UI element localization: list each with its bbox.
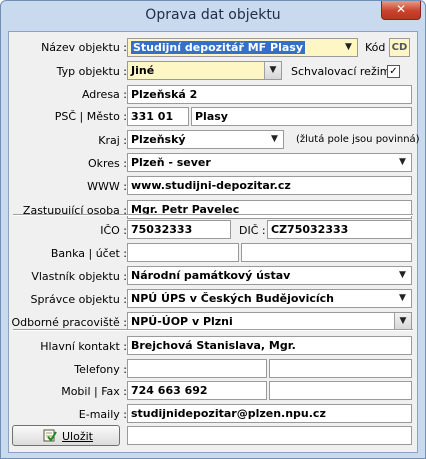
required-note: (žlutá pole jsou povinná) — [296, 134, 420, 145]
telefon1-field[interactable] — [127, 359, 267, 378]
chevron-down-icon[interactable]: ▼ — [266, 131, 283, 148]
typ-value: Jiné — [131, 64, 155, 77]
banka-field[interactable] — [127, 243, 239, 262]
telefony-label: Telefony : — [74, 363, 127, 376]
kraj-label: Kraj : — [98, 134, 127, 147]
close-icon: ✕ — [395, 2, 407, 16]
adresa-field[interactable]: Plzeňská 2 — [127, 85, 412, 104]
banka-label: Banka | účet : — [50, 247, 127, 260]
nazev-label: Název objektu : — [41, 41, 127, 54]
odborne-label: Odborné pracoviště : — [11, 316, 127, 329]
www-field[interactable]: www.studijni-depozitar.cz — [127, 176, 412, 195]
dic-field[interactable]: CZ75032333 — [267, 220, 412, 239]
spravce-combo[interactable]: NPÚ ÚPS v Českých Budějovicích ▼ — [127, 289, 412, 308]
spravce-value: NPÚ ÚPS v Českých Budějovicích — [131, 292, 334, 305]
fax-field[interactable] — [269, 381, 412, 400]
www-label: WWW : — [87, 180, 127, 193]
schvalovaci-label: Schvalovací režim : — [291, 65, 398, 78]
notepad-check-icon — [43, 429, 57, 442]
okres-combo[interactable]: Plzeň - sever ▼ — [127, 153, 412, 172]
psc-mesto-label: PSČ | Město : — [54, 110, 127, 123]
title-bar: Oprava dat objektu ✕ — [1, 1, 425, 31]
emaily-label: E-maily : — [78, 408, 127, 421]
odborne-value: NPÚ-ÚOP v Plzni — [131, 315, 233, 328]
psc-field[interactable]: 331 01 — [127, 107, 189, 126]
okres-label: Okres : — [87, 157, 127, 170]
okres-value: Plzeň - sever — [131, 156, 211, 169]
typ-label: Typ objektu : — [56, 65, 127, 78]
mobil-fax-label: Mobil | Fax : — [61, 385, 127, 398]
vlastnik-combo[interactable]: Národní památkový ústav ▼ — [127, 266, 412, 285]
form-panel: Název objektu : Studijní depozitář MF Pl… — [8, 31, 420, 453]
schvalovaci-checkbox[interactable]: ✓ — [387, 65, 400, 78]
kod-label: Kód — [365, 41, 386, 54]
status-field — [127, 426, 412, 445]
zastupujici-field[interactable]: Mgr. Petr Pavelec — [127, 200, 412, 219]
mobil-field[interactable]: 724 663 692 — [127, 381, 267, 400]
vlastnik-label: Vlastník objektu : — [31, 270, 127, 283]
window-title: Oprava dat objektu — [145, 7, 281, 23]
ico-label: IČO : — [100, 224, 127, 237]
emaily-field[interactable]: studijnidepozitar@plzen.npu.cz — [127, 404, 412, 423]
chevron-down-icon[interactable]: ▼ — [394, 290, 411, 307]
hlavni-field[interactable]: Brejchová Stanislava, Mgr. — [127, 336, 412, 355]
adresa-label: Adresa : — [81, 88, 127, 101]
vlastnik-value: Národní památkový ústav — [131, 269, 291, 282]
telefon2-field[interactable] — [269, 359, 412, 378]
separator — [13, 214, 413, 216]
dic-label: DIČ : — [239, 224, 266, 237]
chevron-down-icon[interactable]: ▼ — [394, 267, 411, 284]
kraj-value: Plzeňský — [131, 133, 186, 146]
chevron-down-icon[interactable]: ▼ — [394, 154, 411, 171]
hlavni-label: Hlavní kontakt : — [40, 340, 127, 353]
save-button[interactable]: Uložit — [12, 425, 120, 446]
dialog-window: Oprava dat objektu ✕ Název objektu : Stu… — [0, 0, 426, 459]
chevron-down-icon[interactable]: ▼ — [264, 62, 281, 79]
mesto-field[interactable]: Plasy — [191, 107, 412, 126]
kraj-combo[interactable]: Plzeňský ▼ — [127, 130, 284, 149]
separator — [13, 329, 413, 331]
spravce-label: Správce objektu : — [30, 293, 127, 306]
typ-combo[interactable]: Jiné ▼ — [127, 61, 282, 80]
chevron-down-icon[interactable]: ▼ — [340, 39, 357, 56]
ico-field[interactable]: 75032333 — [127, 220, 231, 239]
ucet-field[interactable] — [241, 243, 412, 262]
nazev-combo[interactable]: Studijní depozitář MF Plasy ▼ — [127, 38, 358, 57]
save-button-label: Uložit — [62, 430, 93, 443]
chevron-down-icon[interactable]: ▼ — [394, 313, 411, 330]
nazev-value: Studijní depozitář MF Plasy — [131, 41, 305, 54]
kod-field[interactable]: CD — [389, 38, 410, 57]
close-button[interactable]: ✕ — [381, 1, 421, 20]
